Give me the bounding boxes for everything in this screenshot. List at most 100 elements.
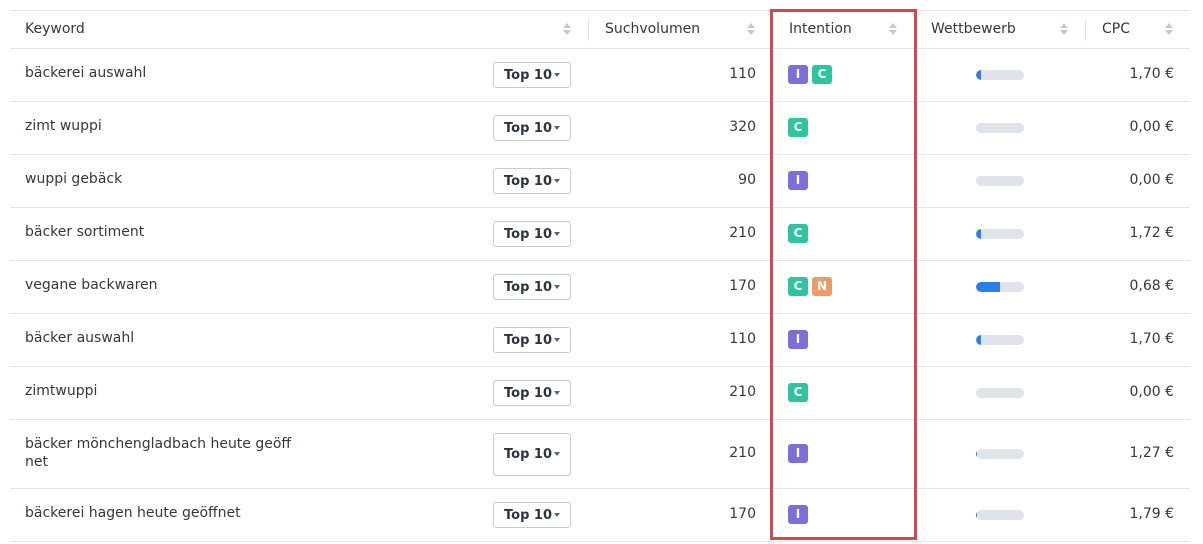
competition-bar-fill [976, 449, 977, 459]
competition-bar [976, 449, 1024, 459]
table-row: wuppi gebäck Top 10 90 I 0,00 € [10, 155, 1190, 208]
sort-cpc-icon[interactable] [1165, 21, 1173, 37]
keyword-cell: zimtwuppi [25, 383, 98, 399]
position-dropdown[interactable]: Top 10 [493, 62, 571, 88]
caret-down-icon [554, 126, 560, 130]
column-header-keyword[interactable]: Keyword [25, 21, 85, 37]
keyword-cell: zimt wuppi [25, 118, 102, 134]
volume-cell: 170 [729, 506, 756, 522]
table-row: bäckerei auswahl Top 10 110 I C 1,70 € [10, 49, 1190, 102]
competition-bar [976, 282, 1024, 292]
position-dropdown[interactable]: Top 10 [493, 380, 571, 406]
competition-bar [976, 510, 1024, 520]
intent-badge[interactable]: I [788, 171, 808, 190]
intent-badge[interactable]: N [812, 277, 832, 296]
caret-down-icon [554, 285, 560, 289]
intent-badge[interactable]: I [788, 65, 808, 84]
position-dropdown-label: Top 10 [504, 227, 552, 242]
volume-cell: 210 [729, 225, 756, 241]
competition-bar [976, 123, 1024, 133]
keyword-cell: bäcker auswahl [25, 330, 135, 346]
intent-badge[interactable]: C [812, 65, 832, 84]
competition-bar [976, 70, 1024, 80]
column-header-competition[interactable]: Wettbewerb [931, 21, 1016, 37]
competition-bar [976, 388, 1024, 398]
position-dropdown[interactable]: Top 10 [493, 502, 571, 528]
table-row: bäcker sortiment Top 10 210 C 1,72 € [10, 208, 1190, 261]
competition-bar-fill [976, 282, 1000, 292]
competition-bar [976, 335, 1024, 345]
column-divider [1085, 18, 1086, 41]
cpc-cell: 1,72 € [1129, 225, 1174, 241]
intent-badge[interactable]: I [788, 330, 808, 349]
caret-down-icon [554, 513, 560, 517]
column-header-cpc[interactable]: CPC [1102, 21, 1130, 37]
table-header: Keyword Suchvolumen Intention Wettbewerb… [10, 10, 1190, 49]
table-row: bäcker auswahl Top 10 110 I 1,70 € [10, 314, 1190, 367]
sort-intent-icon[interactable] [889, 21, 897, 37]
cpc-cell: 0,00 € [1129, 384, 1174, 400]
position-dropdown-label: Top 10 [504, 386, 552, 401]
intent-badge[interactable]: I [788, 505, 808, 524]
position-dropdown-label: Top 10 [504, 68, 552, 83]
column-header-volume[interactable]: Suchvolumen [605, 21, 700, 37]
caret-down-icon [554, 338, 560, 342]
table-row: bäckerei hagen heute geöffnet Top 10 170 I 1… [10, 489, 1190, 542]
volume-cell: 110 [729, 66, 756, 82]
cpc-cell: 1,70 € [1129, 66, 1174, 82]
position-dropdown[interactable]: Top 10 [493, 274, 571, 300]
column-divider [588, 18, 589, 41]
keyword-cell: bäckerei hagen heute geöffnet [25, 505, 241, 521]
position-dropdown[interactable]: Top 10 [493, 327, 571, 353]
keyword-cell: bäcker sortiment [25, 224, 145, 240]
position-dropdown[interactable]: Top 10 [493, 221, 571, 247]
keyword-table: Keyword Suchvolumen Intention Wettbewerb… [10, 10, 1190, 542]
table-row: zimtwuppi Top 10 210 C 0,00 € [10, 367, 1190, 420]
cpc-cell: 0,68 € [1129, 278, 1174, 294]
position-dropdown[interactable]: Top 10 [493, 115, 571, 141]
position-dropdown-label: Top 10 [504, 447, 552, 462]
competition-bar-fill [976, 335, 981, 345]
competition-bar [976, 176, 1024, 186]
position-dropdown[interactable]: Top 10 [493, 168, 571, 194]
keyword-cell: wuppi gebäck [25, 171, 123, 187]
table-row: bäcker mönchengladbach heute geöffnet Top… [10, 420, 1190, 489]
volume-cell: 110 [729, 331, 756, 347]
cpc-cell: 1,27 € [1129, 445, 1174, 461]
sort-keyword-icon[interactable] [563, 21, 571, 37]
caret-down-icon [554, 232, 560, 236]
intent-badge[interactable]: C [788, 383, 808, 402]
keyword-cell: vegane backwaren [25, 277, 158, 293]
intent-badge[interactable]: I [788, 444, 808, 463]
volume-cell: 170 [729, 278, 756, 294]
sort-volume-icon[interactable] [747, 21, 755, 37]
volume-cell: 320 [729, 119, 756, 135]
cpc-cell: 1,79 € [1129, 506, 1174, 522]
volume-cell: 210 [729, 384, 756, 400]
table-row: zimt wuppi Top 10 320 C 0,00 € [10, 102, 1190, 155]
keyword-cell: bäckerei auswahl [25, 65, 147, 81]
caret-down-icon [554, 73, 560, 77]
sort-competition-icon[interactable] [1060, 21, 1068, 37]
volume-cell: 210 [729, 445, 756, 461]
position-dropdown-label: Top 10 [504, 174, 552, 189]
column-header-intent[interactable]: Intention [789, 21, 852, 37]
cpc-cell: 1,70 € [1129, 331, 1174, 347]
position-dropdown-label: Top 10 [504, 280, 552, 295]
competition-bar [976, 229, 1024, 239]
cpc-cell: 0,00 € [1129, 172, 1174, 188]
competition-bar-fill [976, 70, 981, 80]
position-dropdown-label: Top 10 [504, 121, 552, 136]
intent-badge[interactable]: C [788, 277, 808, 296]
position-dropdown[interactable]: Top 10 [493, 433, 571, 476]
intent-badge[interactable]: C [788, 224, 808, 243]
cpc-cell: 0,00 € [1129, 119, 1174, 135]
competition-bar-fill [976, 229, 981, 239]
keyword-cell: bäcker mönchengladbach heute geöffnet [25, 436, 292, 470]
caret-down-icon [554, 452, 560, 456]
table-row: vegane backwaren Top 10 170 C N 0,68 € [10, 261, 1190, 314]
table-body: bäckerei auswahl Top 10 110 I C 1,70 € zimt wu… [10, 49, 1190, 542]
position-dropdown-label: Top 10 [504, 508, 552, 523]
intent-badge[interactable]: C [788, 118, 808, 137]
caret-down-icon [554, 391, 560, 395]
